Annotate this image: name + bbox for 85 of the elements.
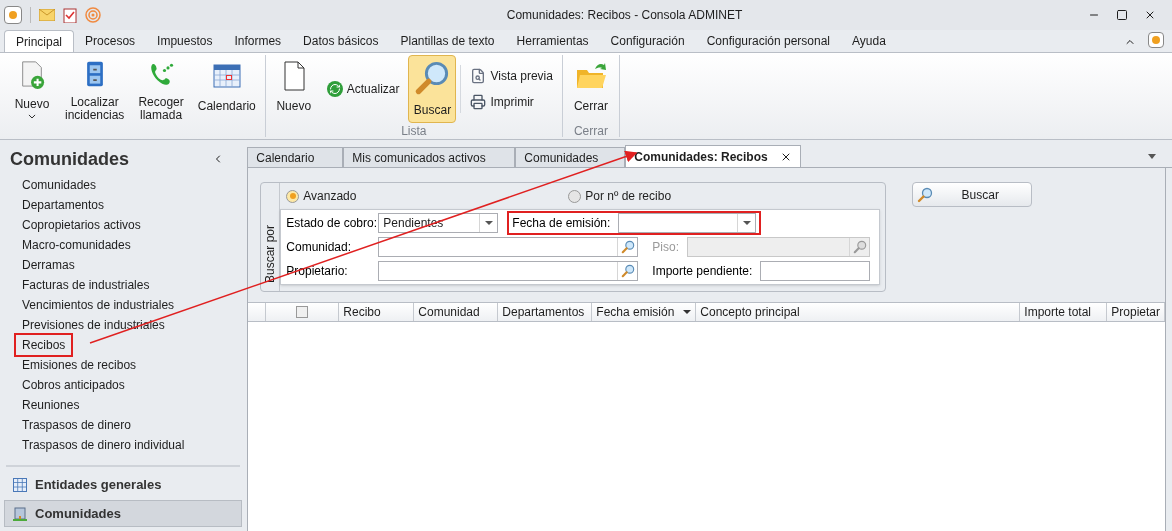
search-icon [852, 240, 867, 254]
printer-icon [470, 94, 487, 110]
search-icon [620, 264, 635, 278]
lookup-field[interactable] [378, 261, 639, 281]
ribbon-tab[interactable]: Principal [4, 30, 75, 52]
refresh-icon [326, 81, 343, 97]
navigation-button[interactable]: Entidades generales [4, 471, 243, 498]
close-icon[interactable] [1144, 9, 1156, 21]
column-header[interactable]: Concepto principal [696, 303, 1021, 321]
ribbon-button[interactable]: Actualizar [321, 78, 405, 100]
sidebar-item[interactable]: Derramas [14, 254, 83, 276]
sidebar-item[interactable]: Vencimientos de industriales [14, 294, 183, 316]
column-header[interactable]: Recibo [339, 303, 415, 321]
field-label: Importe pendiente: [652, 263, 754, 280]
window-title: Comunidades: Recibos - Consola ADMINET [505, 7, 744, 24]
document-tab[interactable]: Comunidades [515, 147, 626, 167]
sidebar-item[interactable]: Traspasos de dinero [14, 414, 139, 436]
group-label: Cerrar [573, 123, 608, 139]
ribbon-tab[interactable]: Configuración [599, 30, 696, 52]
field-label: Estado de cobro: [286, 215, 375, 232]
group-label: Buscar por [262, 224, 279, 283]
column-header[interactable]: Departamentos [498, 303, 593, 321]
column-header[interactable]: Propietar [1107, 303, 1165, 321]
ribbon-tab[interactable]: Ayuda [841, 30, 897, 52]
column-header[interactable]: Comunidad [414, 303, 499, 321]
column-header[interactable]: Importe total [1020, 303, 1108, 321]
ribbon-button[interactable]: Cerrar [566, 55, 615, 123]
field-label: Comunidad: [286, 239, 352, 256]
ribbon-button[interactable]: Nuevo [8, 55, 56, 123]
ribbon-tab[interactable]: Datos básicos [292, 30, 390, 52]
tab-list-icon[interactable] [1148, 154, 1156, 159]
sidebar-item[interactable]: Recibos [14, 333, 74, 357]
sidebar-item[interactable]: Cobros anticipados [14, 374, 133, 396]
ribbon-button[interactable]: Calendario [192, 55, 261, 123]
mail-icon[interactable] [39, 9, 55, 21]
navigation-button[interactable]: Comunidades [4, 500, 243, 527]
sidebar-item[interactable]: Reuniones [14, 394, 88, 416]
ribbon-button[interactable]: Recoger llamada [133, 55, 189, 123]
document-tab[interactable]: Calendario [247, 147, 344, 167]
checkbox[interactable] [296, 306, 309, 318]
field-label: Fecha de emisión: [512, 215, 612, 232]
field-label: Piso: [652, 239, 680, 256]
preview-icon [470, 68, 487, 84]
clipboard-icon[interactable] [63, 7, 77, 23]
sidebar-item[interactable]: Facturas de industriales [14, 274, 158, 296]
ribbon-tab[interactable]: Impuestos [146, 30, 224, 52]
ribbon-button[interactable]: Localizar incidencias [60, 55, 130, 123]
sidebar-title: Comunidades [10, 147, 130, 171]
radio-button[interactable]: Avanzado [286, 187, 569, 205]
ribbon-tab[interactable]: Informes [223, 30, 293, 52]
ribbon-button[interactable]: Buscar [408, 55, 457, 123]
sidebar-item[interactable]: Departamentos [14, 194, 113, 216]
radio-button[interactable]: Por nº de recibo [568, 187, 672, 205]
sidebar-item[interactable]: Macro-comunidades [14, 234, 139, 256]
ribbon-button[interactable]: Vista previa [465, 65, 558, 87]
sidebar-item[interactable]: Traspasos de dinero individual [14, 434, 193, 456]
sidebar-item[interactable]: Copropietarios activos [14, 214, 149, 236]
ribbon-button[interactable]: Imprimir [465, 91, 558, 113]
search-icon [620, 240, 635, 254]
caret-icon [484, 221, 493, 225]
sidebar-item[interactable]: Emisiones de recibos [14, 354, 145, 376]
app-icon[interactable] [1148, 32, 1164, 48]
column-header[interactable]: Fecha emisión [592, 303, 697, 321]
lookup-field[interactable] [378, 237, 639, 257]
search-icon [414, 60, 451, 96]
group-label: Lista [401, 123, 427, 139]
maximize-icon[interactable] [1116, 9, 1128, 21]
ribbon-tab[interactable]: Configuración personal [695, 30, 842, 52]
ribbon-tab[interactable]: Procesos [74, 30, 147, 52]
search-icon [917, 186, 934, 203]
dropdown-field[interactable] [618, 213, 757, 233]
sidebar-item[interactable]: Comunidades [14, 174, 105, 196]
ribbon-button[interactable]: Nuevo [269, 55, 318, 123]
caret-icon [742, 221, 751, 225]
ribbon-tab[interactable]: Plantillas de texto [389, 30, 506, 52]
app-icon [4, 6, 22, 24]
sort-icon [683, 310, 692, 314]
search-button[interactable]: Buscar [912, 182, 1033, 207]
ribbon-tab[interactable]: Herramientas [505, 30, 600, 52]
input-field[interactable] [760, 261, 871, 281]
building-icon [13, 506, 27, 521]
broadcast-icon[interactable] [85, 7, 101, 23]
table-icon [13, 477, 27, 492]
document-tab[interactable]: Comunidades: Recibos [625, 145, 801, 167]
document-tab[interactable]: Mis comunicados activos [343, 147, 516, 167]
